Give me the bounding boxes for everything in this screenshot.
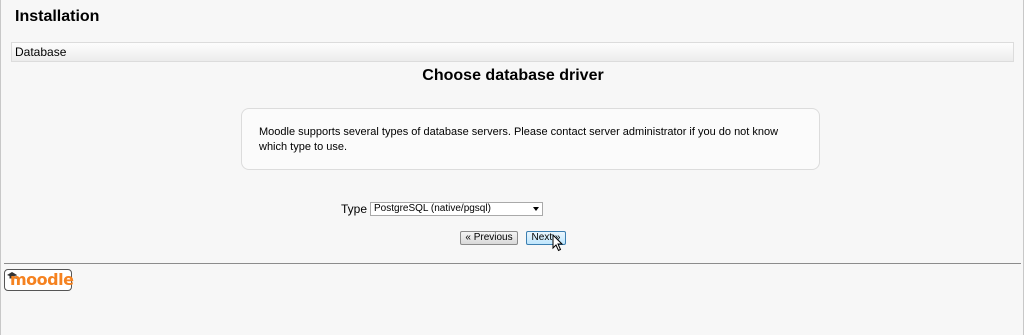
- info-box: Moodle supports several types of databas…: [241, 108, 820, 170]
- footer-divider: [4, 263, 1021, 264]
- info-text: Moodle supports several types of databas…: [259, 126, 779, 153]
- dropdown-arrow-icon: [533, 207, 540, 211]
- breadcrumb: Database: [11, 42, 1014, 62]
- previous-button[interactable]: « Previous: [460, 231, 518, 245]
- database-type-row: Type PostgreSQL (native/pgsql): [341, 201, 544, 217]
- database-type-select[interactable]: PostgreSQL (native/pgsql): [370, 202, 544, 216]
- moodle-logo[interactable]: moodle: [4, 269, 74, 291]
- type-label: Type: [341, 202, 368, 216]
- breadcrumb-item-database: Database: [15, 45, 67, 59]
- section-heading: Choose database driver: [422, 67, 604, 84]
- mouse-pointer-icon: [552, 234, 564, 252]
- installation-page: Installation Database Choose database dr…: [0, 0, 1024, 335]
- page-title: Installation: [15, 8, 100, 25]
- database-type-selected-value: PostgreSQL (native/pgsql): [374, 203, 491, 214]
- logo-text: moodle: [10, 270, 74, 289]
